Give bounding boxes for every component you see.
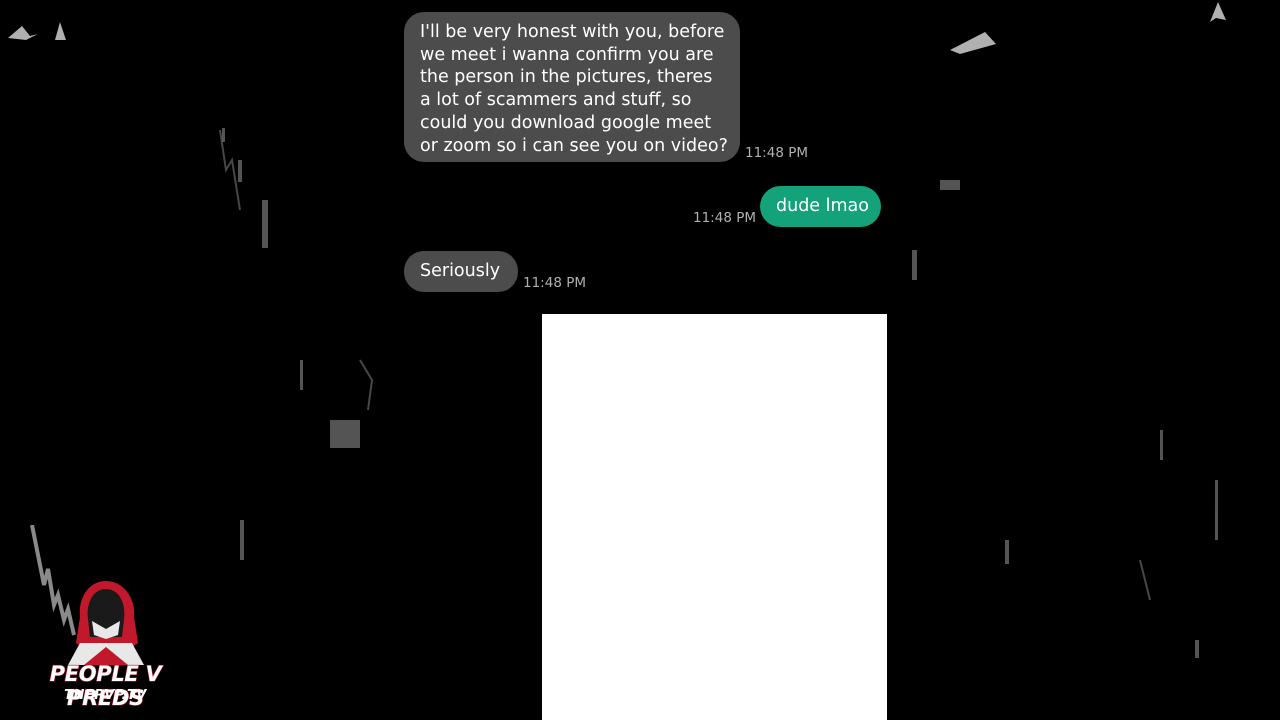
message-timestamp: 11:48 PM xyxy=(523,275,586,291)
watermark-subtitle: THEPVP.TV xyxy=(64,688,147,703)
redacted-image-placeholder xyxy=(542,314,887,720)
hooded-figure-icon xyxy=(30,525,144,665)
message-bubble-outgoing: dude lmao xyxy=(760,186,881,227)
message-timestamp: 11:48 PM xyxy=(745,145,808,161)
message-bubble-incoming: I'll be very honest with you, before we … xyxy=(404,12,740,162)
channel-watermark-logo: PEOPLE V PREDS THEPVP.TV xyxy=(18,525,193,711)
message-timestamp: 11:48 PM xyxy=(693,210,756,226)
message-bubble-incoming: Seriously xyxy=(404,251,518,292)
